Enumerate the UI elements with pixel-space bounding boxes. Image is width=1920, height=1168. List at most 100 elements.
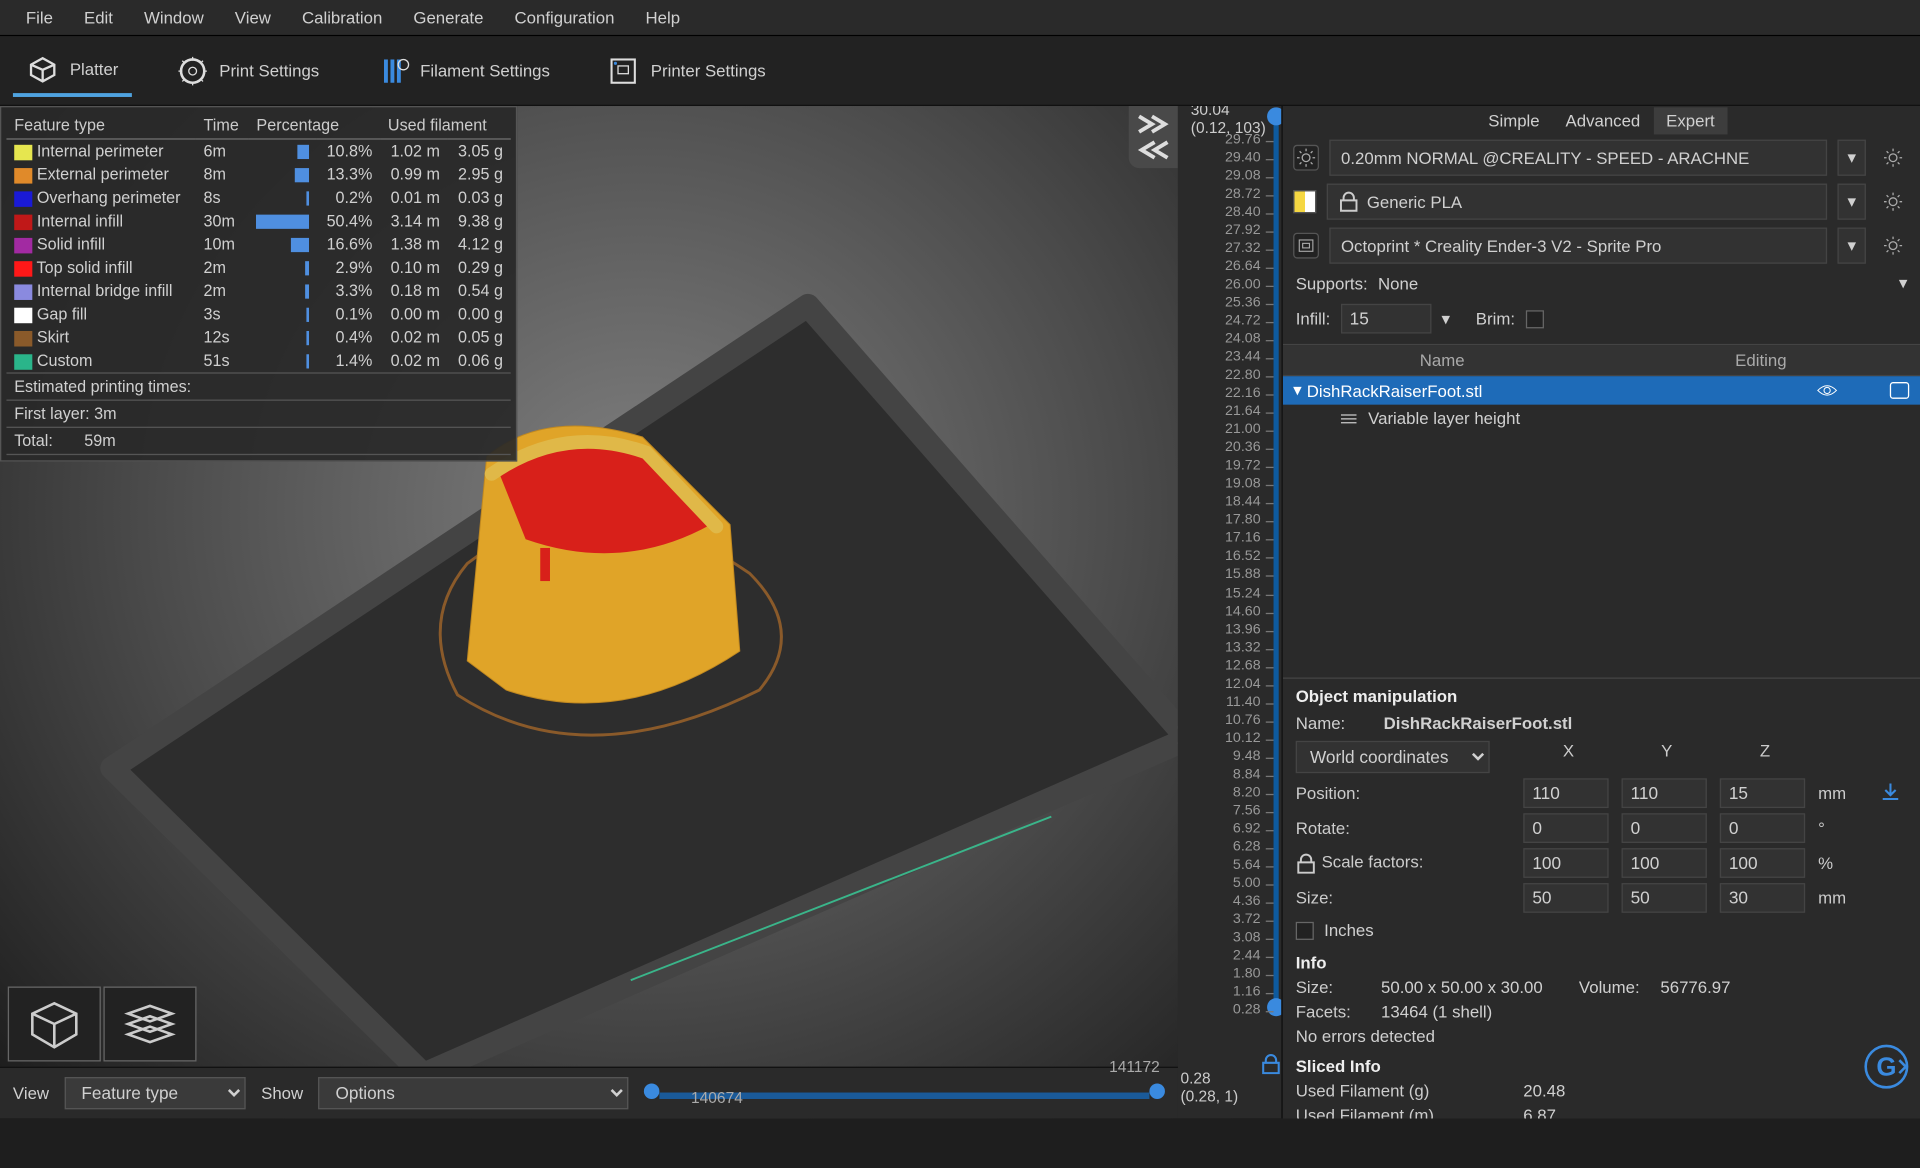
printer-preset-select[interactable]: Octoprint * Creality Ender-3 V2 - Sprite… [1329, 228, 1827, 264]
manip-0-2[interactable] [1720, 778, 1805, 808]
edit-filament-preset-button[interactable] [1876, 185, 1910, 219]
chevron-double-left-icon [1136, 140, 1170, 161]
menu-view[interactable]: View [219, 3, 286, 33]
dropdown-icon[interactable]: ▾ [1899, 273, 1907, 294]
coord-system-select[interactable]: World coordinates [1296, 741, 1490, 773]
errors-status: No errors detected [1296, 1027, 1435, 1046]
manip-1-2[interactable] [1720, 813, 1805, 843]
manip-0-0[interactable] [1523, 778, 1608, 808]
object-list: Name Editing ▾ DishRackRaiserFoot.stl Va… [1283, 344, 1920, 679]
layers-icon [1339, 411, 1357, 427]
filament-preset-select[interactable]: Generic PLA [1327, 184, 1827, 220]
mode-expert[interactable]: Expert [1653, 107, 1727, 134]
edit-print-preset-button[interactable] [1876, 141, 1910, 175]
menu-help[interactable]: Help [630, 3, 696, 33]
manip-3-2[interactable] [1720, 883, 1805, 913]
manip-1-1[interactable] [1621, 813, 1706, 843]
eye-icon[interactable] [1817, 380, 1838, 401]
lock-icon [1261, 1054, 1282, 1075]
stats-row: External perimeter8m13.3%0.99 m2.95 g [6, 163, 510, 186]
manip-2-0[interactable] [1523, 848, 1608, 878]
stats-row: Internal infill30m50.4%3.14 m9.38 g [6, 209, 510, 232]
show-options-select[interactable]: Options [319, 1077, 629, 1109]
infill-input[interactable] [1340, 304, 1431, 334]
object-child-row[interactable]: Variable layer height [1283, 405, 1920, 432]
manip-0-1[interactable] [1621, 778, 1706, 808]
mode-tabs: SimpleAdvancedExpert [1283, 106, 1920, 136]
stats-row: Overhang perimeter8s0.2%0.01 m0.03 g [6, 186, 510, 209]
dropdown-icon[interactable]: ▾ [1837, 228, 1865, 264]
stats-row: Internal perimeter6m10.8%1.02 m3.05 g [6, 139, 510, 163]
dropdown-icon[interactable]: ▾ [1837, 184, 1865, 220]
print-preset-row: 0.20mm NORMAL @CREALITY - SPEED - ARACHN… [1283, 136, 1920, 180]
manip-2-2[interactable] [1720, 848, 1805, 878]
hslider-thumb-left[interactable] [645, 1083, 661, 1099]
supports-select[interactable]: None [1378, 273, 1888, 292]
menu-bar: FileEditWindowViewCalibrationGenerateCon… [0, 0, 1920, 36]
info-header: Info [1283, 945, 1920, 975]
dropdown-icon[interactable]: ▾ [1837, 140, 1865, 176]
manip-3-1[interactable] [1621, 883, 1706, 913]
print-icon [175, 54, 209, 88]
show-label: Show [261, 1083, 303, 1102]
filament-preset-row: Generic PLA ▾ [1283, 180, 1920, 224]
eta-header: Estimated printing times: [6, 372, 510, 399]
chevron-double-right-icon [1136, 114, 1170, 135]
printer-preset-row: Octoprint * Creality Ender-3 V2 - Sprite… [1283, 224, 1920, 268]
tab-print[interactable]: Print Settings [162, 46, 332, 95]
view-mode-buttons [8, 987, 197, 1062]
view-3d-editor-button[interactable] [8, 987, 101, 1062]
infill-label: Infill: [1296, 309, 1331, 328]
layer-slider-thumb-bottom[interactable] [1267, 998, 1281, 1016]
filament-color-swatch[interactable] [1293, 190, 1316, 213]
mode-advanced[interactable]: Advanced [1552, 107, 1653, 134]
tab-filament[interactable]: Filament Settings [363, 46, 563, 95]
print-preset-select[interactable]: 0.20mm NORMAL @CREALITY - SPEED - ARACHN… [1329, 140, 1827, 176]
tab-printer[interactable]: Printer Settings [594, 46, 779, 95]
object-row[interactable]: ▾ DishRackRaiserFoot.stl [1283, 376, 1920, 404]
printer-icon [1293, 233, 1319, 259]
menu-generate[interactable]: Generate [398, 3, 499, 33]
sliced-info-header: Sliced Info [1283, 1049, 1920, 1079]
edit-printer-preset-button[interactable] [1876, 229, 1910, 263]
stats-row: Skirt12s0.4%0.02 m0.05 g [6, 326, 510, 349]
right-panel: SimpleAdvancedExpert 0.20mm NORMAL @CREA… [1281, 106, 1920, 1118]
tab-platter[interactable]: Platter [13, 44, 131, 97]
lock-icon [1338, 191, 1359, 212]
dropdown-icon[interactable]: ▾ [1441, 308, 1449, 329]
collapse-sidebar-toggle[interactable] [1129, 106, 1178, 168]
brim-label: Brim: [1476, 309, 1515, 328]
menu-edit[interactable]: Edit [68, 3, 128, 33]
menu-calibration[interactable]: Calibration [286, 3, 397, 33]
lock-icon [1296, 853, 1317, 874]
horizontal-slider[interactable]: 140674 141172 [645, 1083, 1165, 1104]
viewport-3d[interactable]: Feature type Time Percentage Used filame… [0, 106, 1281, 1118]
drop-to-bed-icon[interactable] [1880, 781, 1901, 802]
view-type-select[interactable]: Feature type [65, 1077, 246, 1109]
layer-slider[interactable] [1274, 114, 1279, 1010]
menu-file[interactable]: File [10, 3, 68, 33]
manip-2-1[interactable] [1621, 848, 1706, 878]
bottom-bar: View Feature type Show Options 140674 14… [0, 1067, 1178, 1119]
menu-window[interactable]: Window [128, 3, 219, 33]
layer-slider-thumb-top[interactable] [1267, 107, 1281, 125]
view-layers-button[interactable] [103, 987, 196, 1062]
expand-icon: ▾ [1293, 380, 1301, 401]
inches-checkbox[interactable] [1296, 921, 1314, 939]
mode-simple[interactable]: Simple [1475, 107, 1552, 134]
manip-1-0[interactable] [1523, 813, 1608, 843]
layer-slider-container: 30.04(0.12, 103) 29.7629.4029.0828.7228.… [1178, 106, 1281, 1118]
stats-row: Gap fill3s0.1%0.00 m0.00 g [6, 303, 510, 326]
stats-row: Top solid infill2m2.9%0.10 m0.29 g [6, 256, 510, 279]
supports-label: Supports: [1296, 273, 1368, 292]
brim-checkbox[interactable] [1525, 310, 1543, 328]
menu-configuration[interactable]: Configuration [499, 3, 630, 33]
stats-row: Solid infill10m16.6%1.38 m4.12 g [6, 233, 510, 256]
hslider-thumb-right[interactable] [1149, 1083, 1165, 1099]
stats-row: Internal bridge infill2m3.3%0.18 m0.54 g [6, 279, 510, 302]
filament-icon [376, 54, 410, 88]
manip-3-0[interactable] [1523, 883, 1608, 913]
manipulation-header: Object manipulation [1283, 679, 1920, 709]
edit-icon[interactable] [1889, 381, 1910, 399]
stats-row: Custom51s1.4%0.02 m0.06 g [6, 349, 510, 372]
